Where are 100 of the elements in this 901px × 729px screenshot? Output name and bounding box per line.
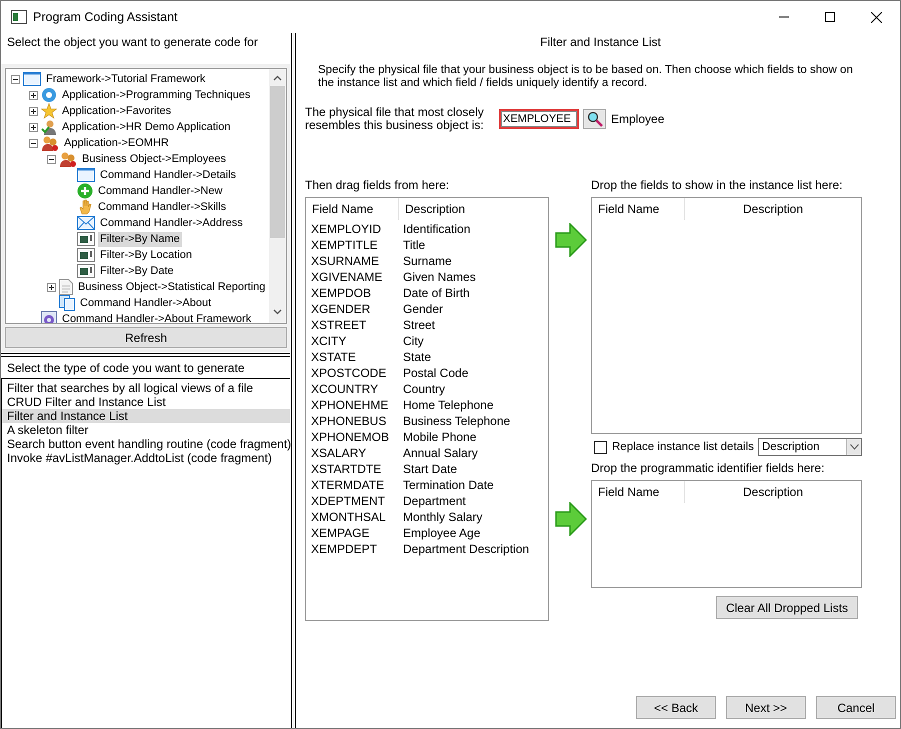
clear-lists-button[interactable]: Clear All Dropped Lists	[716, 596, 858, 619]
right-arrow-icon[interactable]	[555, 223, 587, 257]
tree-item[interactable]: Framework->Tutorial Framework	[44, 72, 208, 86]
list-item[interactable]: A skeleton filter	[2, 423, 290, 437]
expander-icon[interactable]	[46, 154, 56, 164]
star-icon	[41, 103, 57, 119]
table-cell-text: Employee Age	[402, 525, 482, 541]
wizard-button[interactable]: Cancel	[816, 696, 896, 719]
list-item[interactable]: Filter that searches by all logical views of a file	[2, 381, 290, 395]
expander-icon[interactable]	[10, 74, 20, 84]
column-header[interactable]: Description	[685, 481, 861, 503]
table-cell-text: Title	[402, 237, 426, 253]
table-cell-text: Postal Code	[402, 365, 470, 381]
right-arrow-icon[interactable]	[555, 502, 587, 536]
expander-icon[interactable]	[28, 90, 38, 100]
column-header[interactable]: Field Name	[306, 198, 399, 220]
table-cell-text: XPHONEMOB	[310, 429, 390, 445]
hand-icon	[77, 199, 93, 215]
checkbox-label[interactable]: Replace instance list details	[612, 441, 754, 453]
panel-heading: Select the type of code you want to generate	[1, 357, 290, 379]
table-cell-text: XEMPDOB	[310, 285, 372, 301]
tree-item[interactable]: Command Handler->About	[78, 296, 214, 310]
column-dropdown[interactable]: Description	[758, 438, 862, 456]
tree-item[interactable]: Business Object->Statistical Reporting	[76, 280, 268, 294]
tree-item[interactable]: Command Handler->About Framework	[60, 312, 254, 323]
column-header[interactable]: Description	[399, 198, 548, 220]
table-cell-text: Identification	[402, 221, 472, 237]
table-cell-text: XGIVENAME	[310, 269, 384, 285]
maximize-icon[interactable]	[825, 12, 835, 22]
table-cell-text: XPHONEBUS	[310, 413, 388, 429]
table-cell-text: Department Description	[402, 541, 530, 557]
table-cell-text: Street	[402, 317, 436, 333]
tree-item[interactable]: Command Handler->Address	[98, 216, 245, 230]
expander-icon[interactable]	[28, 122, 38, 132]
tree-item[interactable]: Filter->By Name	[98, 232, 182, 246]
window-icon	[23, 72, 41, 86]
expander-icon[interactable]	[46, 282, 56, 292]
tree-item[interactable]: Application->Programming Techniques	[60, 88, 252, 102]
app-icon	[11, 10, 27, 24]
table-cell-text: XEMPTITLE	[310, 237, 379, 253]
person-icon	[41, 119, 57, 135]
tree-item[interactable]: Business Object->Employees	[80, 152, 228, 166]
panel-heading: Select the object you want to generate code for	[1, 33, 290, 64]
tree-item[interactable]: Command Handler->Details	[98, 168, 238, 182]
section-label: Drop the fields to show in the instance list here:	[591, 179, 844, 192]
people-icon	[59, 151, 77, 167]
tree-item[interactable]: Application->HR Demo Application	[60, 120, 232, 134]
scrollbar[interactable]	[269, 69, 286, 323]
wizard-button[interactable]: << Back	[636, 696, 716, 719]
tree-item[interactable]: Command Handler->New	[96, 184, 224, 198]
refresh-button[interactable]: Refresh	[5, 327, 287, 348]
table-cell-text: XPHONEHME	[310, 397, 390, 413]
envelope-icon	[77, 216, 95, 230]
file-input[interactable]: XEMPLOYEE	[499, 109, 579, 129]
filter-icon	[77, 247, 95, 263]
window-title: Program Coding Assistant	[33, 10, 178, 24]
column-header[interactable]: Description	[685, 198, 861, 220]
expander-icon[interactable]	[28, 138, 38, 148]
table-cell-text: XTERMDATE	[310, 477, 386, 493]
plus-circle-icon	[77, 183, 93, 199]
list-item[interactable]: Invoke #avListManager.AddtoList (code fragment)	[2, 451, 290, 465]
column-header[interactable]: Field Name	[592, 481, 685, 503]
table-cell-text: XEMPAGE	[310, 525, 370, 541]
tree-item[interactable]: Command Handler->Skills	[96, 200, 228, 214]
section-label: Drop the programmatic identifier fields here:	[591, 462, 826, 475]
window-icon	[77, 168, 95, 182]
list-item[interactable]: CRUD Filter and Instance List	[2, 395, 290, 409]
table-cell-text: Home Telephone	[402, 397, 495, 413]
expander-icon[interactable]	[28, 106, 38, 116]
table-cell-text: XSTREET	[310, 317, 368, 333]
close-icon[interactable]	[871, 12, 882, 22]
table-cell-text: Date of Birth	[402, 285, 471, 301]
wizard-button[interactable]: Next >>	[726, 696, 806, 719]
list-item[interactable]: Filter and Instance List	[2, 409, 290, 423]
tree-item[interactable]: Filter->By Location	[98, 248, 194, 262]
instructions-text: Specify the physical file that your business object is to be based on. Then choose which fields to show on the instance list and which field / fields uniquely identify a record.	[317, 64, 854, 91]
column-header[interactable]: Field Name	[592, 198, 685, 220]
table-cell-text: XPOSTCODE	[310, 365, 388, 381]
people-icon	[41, 135, 59, 151]
table-cell-text: XCOUNTRY	[310, 381, 380, 397]
tree-item[interactable]: Application->EOMHR	[62, 136, 171, 150]
table-cell-text: Annual Salary	[402, 445, 479, 461]
table-cell-text: Given Names	[402, 269, 477, 285]
filter-icon	[77, 231, 95, 247]
table-cell-text: State	[402, 349, 432, 365]
documents-icon	[59, 295, 75, 311]
table-cell-text: Start Date	[402, 461, 458, 477]
file-description: Employee	[611, 112, 664, 126]
table-cell-text: XGENDER	[310, 301, 372, 317]
tree-item[interactable]: Application->Favorites	[60, 104, 174, 118]
table-cell-text: XEMPLOYID	[310, 221, 382, 237]
table-cell-text: XDEPTMENT	[310, 493, 386, 509]
section-label: Then drag fields from here:	[305, 179, 450, 192]
tree-item[interactable]: Filter->By Date	[98, 264, 176, 278]
table-cell-text: Country	[402, 381, 446, 397]
table-cell-text: XMONTHSAL	[310, 509, 387, 525]
search-button[interactable]	[583, 109, 606, 129]
table-cell-text: XSURNAME	[310, 253, 380, 269]
list-item[interactable]: Search button event handling routine (code fragment)	[2, 437, 290, 451]
checkbox[interactable]	[594, 440, 607, 454]
